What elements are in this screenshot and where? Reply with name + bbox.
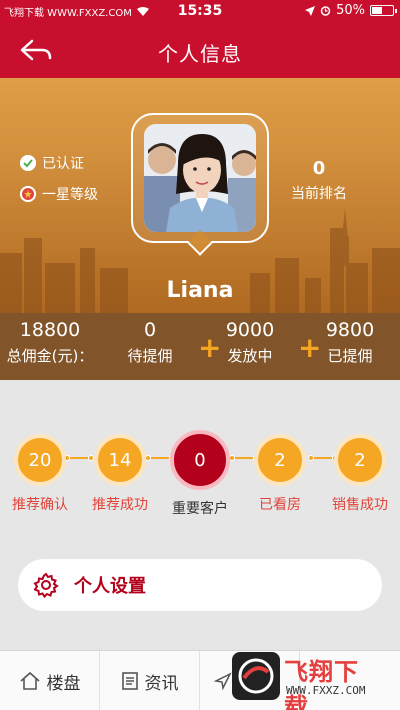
stat-label: 待提佣: [127, 347, 173, 365]
stat-issuing[interactable]: 9000 发放中: [200, 319, 300, 366]
alarm-icon: [320, 6, 331, 16]
customer-progress-steps: 20 推荐确认 14 推荐成功 0 重要客户 2 已看房 2 销售成功: [0, 430, 400, 520]
send-icon: [214, 672, 232, 690]
step-important-client[interactable]: 0 重要客户: [155, 430, 245, 518]
stat-label: 已提佣: [327, 347, 373, 365]
step-label: 已看房: [259, 497, 301, 513]
battery-percent: 50%: [336, 3, 365, 18]
commission-stats: 18800 总佣金(元)： 0 待提佣 + 9000 发放中 + 9800 已提…: [0, 313, 400, 380]
watermark-logo-icon: [232, 652, 280, 700]
step-viewed-house[interactable]: 2 已看房: [235, 434, 325, 514]
tab-properties[interactable]: 楼盘: [0, 651, 100, 710]
gear-icon: [33, 572, 59, 599]
status-right: 50%: [305, 3, 397, 18]
settings-label: 个人设置: [74, 576, 146, 597]
avatar-frame: [131, 113, 269, 243]
stat-value: 9000: [225, 319, 275, 341]
stat-withdrawn[interactable]: 9800 已提佣: [300, 319, 400, 366]
step-label: 推荐成功: [92, 497, 148, 513]
tab-label: 资讯: [144, 673, 179, 694]
user-name: Liana: [166, 278, 234, 303]
step-recommend-confirm[interactable]: 20 推荐确认: [0, 434, 85, 514]
step-count: 2: [254, 434, 306, 486]
stat-pending[interactable]: 0 待提佣: [100, 319, 200, 366]
watermark-logo-text: 飞翔下载: [284, 658, 359, 710]
star-circle-icon: [20, 186, 36, 202]
verified-badge: 已认证: [20, 153, 84, 173]
step-label: 推荐确认: [12, 497, 68, 513]
step-label: 销售成功: [332, 497, 388, 513]
location-icon: [305, 5, 316, 16]
rank-value: 0: [312, 158, 326, 179]
rank-block: 0 当前排名: [264, 158, 374, 203]
stat-label: 发放中: [227, 347, 273, 365]
step-count: 20: [14, 434, 66, 486]
level-badge: 一星等级: [20, 184, 98, 204]
tab-news[interactable]: 资讯: [100, 651, 200, 710]
step-count: 2: [334, 434, 386, 486]
step-recommend-success[interactable]: 14 推荐成功: [75, 434, 165, 514]
stat-value: 0: [143, 319, 157, 341]
check-circle-icon: [20, 155, 36, 171]
verified-label: 已认证: [42, 156, 84, 172]
stat-total-commission[interactable]: 18800 总佣金(元)：: [0, 319, 100, 366]
step-count: 14: [94, 434, 146, 486]
bottom-tab-bar: 楼盘 资讯 飞翔下载 WWW.FXXZ.COM: [0, 650, 400, 710]
battery-icon: [370, 5, 397, 16]
stat-label: 总佣金(元)：: [6, 347, 94, 365]
watermark-logo-url: WWW.FXXZ.COM: [286, 684, 366, 697]
tab-label: 楼盘: [46, 673, 81, 694]
avatar[interactable]: [144, 124, 256, 232]
step-count: 0: [170, 430, 230, 490]
step-sale-success[interactable]: 2 销售成功: [315, 434, 400, 514]
watermark-logo: 飞翔下载 WWW.FXXZ.COM: [232, 652, 382, 710]
page-title: 个人信息: [158, 42, 242, 66]
step-label: 重要客户: [172, 501, 228, 517]
nav-bar: 个人信息: [0, 24, 400, 78]
personal-settings-button[interactable]: 个人设置: [18, 559, 382, 611]
profile-header: 已认证 一星等级 0 当前排名 Liana: [0, 78, 400, 313]
news-icon: [121, 672, 138, 690]
rank-label: 当前排名: [291, 186, 347, 202]
home-icon: [19, 671, 40, 690]
stat-value: 9800: [325, 319, 375, 341]
status-bar: 飞翔下载 WWW.FXXZ.COM 15:35 50%: [0, 0, 400, 24]
level-label: 一星等级: [42, 187, 98, 203]
stat-value: 18800: [19, 319, 81, 341]
